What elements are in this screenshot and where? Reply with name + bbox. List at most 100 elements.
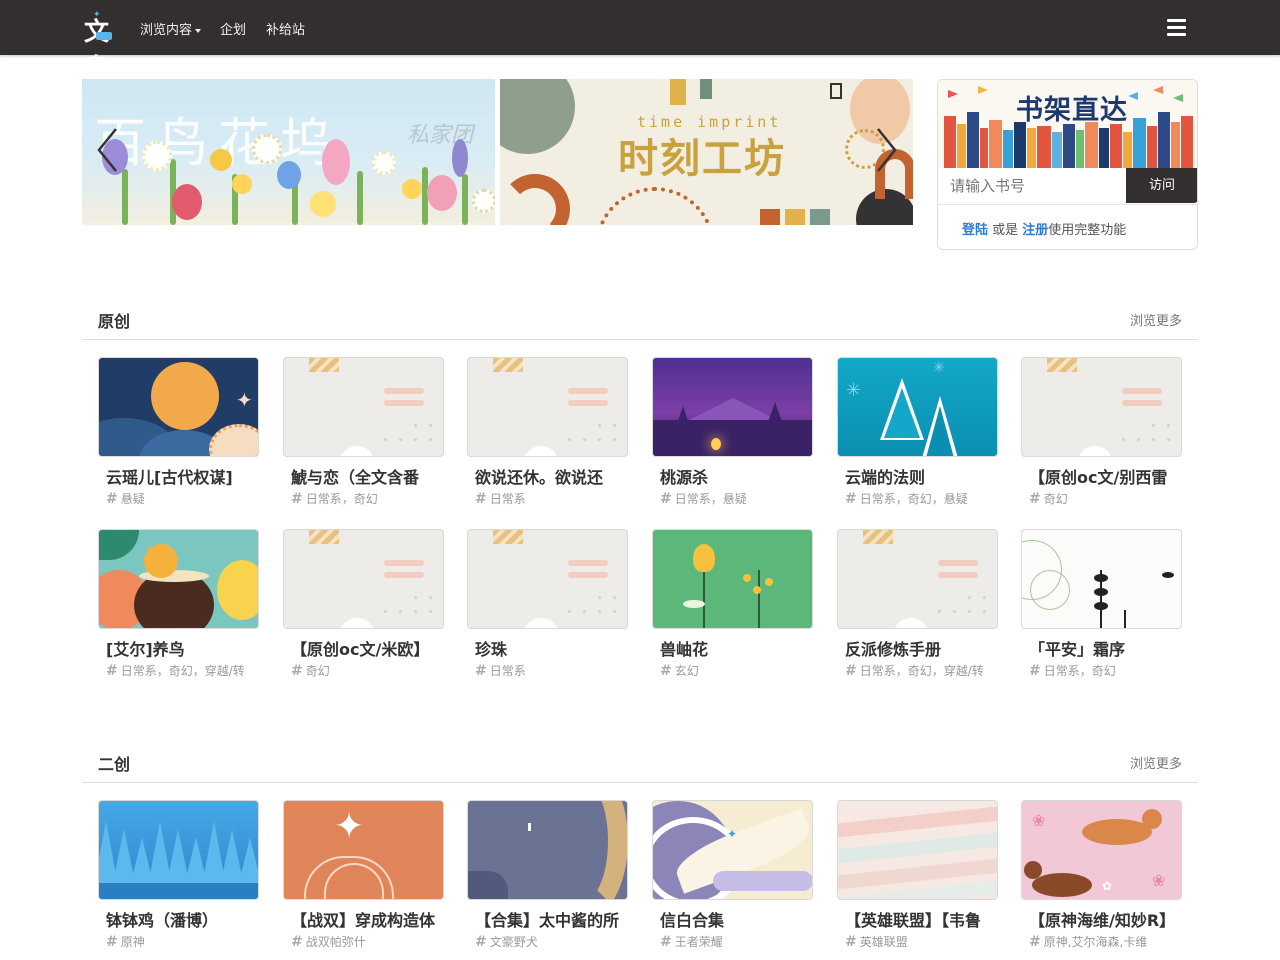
hash-icon: # [1029, 934, 1041, 950]
book-card[interactable]: 欲说还休。欲说还 # 日常系 [467, 357, 628, 517]
book-tags: # 悬疑 [106, 490, 259, 507]
book-title[interactable]: 欲说还休。欲说还 [475, 464, 628, 488]
book-card[interactable]: 桃源杀 # 日常系，悬疑 [652, 357, 813, 517]
book-card[interactable]: [艾尔]养鸟 # 日常系，奇幻，穿越/转 [98, 529, 259, 689]
nav-browse-dropdown[interactable]: 浏览内容 [140, 19, 202, 38]
book-card[interactable]: ✦ 【战双】穿成构造体 # 战双帕弥什 [283, 800, 444, 960]
nav-browse-label: 浏览内容 [140, 23, 193, 38]
carousel-slide-workshop[interactable]: time imprint 时刻工坊 [500, 79, 913, 225]
book-title[interactable]: 反派修炼手册 [845, 636, 998, 660]
hash-icon: # [291, 663, 303, 679]
hash-icon: # [1029, 491, 1041, 507]
hash-icon: # [106, 934, 118, 950]
visit-button[interactable]: 访问 [1126, 168, 1197, 203]
book-title[interactable]: [艾尔]养鸟 [106, 636, 259, 660]
tag-text: 日常系，奇幻，悬疑 [859, 492, 968, 506]
book-tags: # 原神 [106, 933, 259, 950]
book-card[interactable]: 珍珠 # 日常系 [467, 529, 628, 689]
book-title[interactable]: 珍珠 [475, 636, 628, 660]
book-tags: # 日常系 [475, 490, 628, 507]
book-cover-image[interactable]: ✦ [283, 800, 444, 900]
book-cover-image[interactable] [98, 529, 259, 629]
book-id-input[interactable] [938, 168, 1126, 203]
book-title[interactable]: 【战双】穿成构造体 [291, 907, 444, 931]
book-title[interactable]: 【原创oc文/米欧】 [291, 636, 444, 660]
nav-link-supply[interactable]: 补给站 [266, 19, 305, 38]
book-title[interactable]: 【原创oc文/别西雷 [1029, 464, 1182, 488]
tag-text: 王者荣耀 [674, 935, 723, 949]
hash-icon: # [475, 663, 487, 679]
book-card[interactable]: 鯱与恋（全文含番 # 日常系，奇幻 [283, 357, 444, 517]
section-title: 原创 [98, 312, 131, 331]
book-cover-image[interactable] [467, 800, 628, 900]
carousel-next-button[interactable] [874, 127, 898, 173]
tag-text: 日常系 [489, 492, 526, 506]
register-link[interactable]: 注册 [1022, 223, 1048, 238]
book-card[interactable]: ✦ 信白合集 # 王者荣耀 [652, 800, 813, 960]
login-link[interactable]: 登陆 [962, 223, 988, 238]
book-tags: # 奇幻 [291, 662, 444, 679]
login-prompt: 登陆 或是 注册使用完整功能 [962, 219, 1126, 238]
book-cover-image[interactable]: ✦ [98, 357, 259, 457]
book-title[interactable]: 信白合集 [660, 907, 813, 931]
carousel-prev-button[interactable] [96, 127, 120, 173]
book-cover-image[interactable]: ✦ [652, 800, 813, 900]
book-cover-image[interactable] [467, 529, 628, 629]
tag-text: 悬疑 [120, 492, 145, 506]
tag-text: 日常系，奇幻 [305, 492, 378, 506]
book-cover-image[interactable] [652, 529, 813, 629]
browse-more-link[interactable]: 浏览更多 [1130, 310, 1182, 329]
book-cover-image[interactable] [652, 357, 813, 457]
nav-link-project[interactable]: 企划 [220, 19, 246, 38]
logo-text: 文鸟 [84, 17, 109, 82]
tag-text: 原神 [120, 935, 145, 949]
book-cover-image[interactable] [283, 357, 444, 457]
hash-icon: # [106, 491, 118, 507]
book-tags: # 英雄联盟 [845, 933, 998, 950]
book-cover-image[interactable] [98, 800, 259, 900]
book-card[interactable]: ❀ ❀ ✿ 【原神海维/知妙R】 # 原神,艾尔海森,卡维 [1021, 800, 1182, 960]
book-title[interactable]: 云端的法则 [845, 464, 998, 488]
book-title[interactable]: 桃源杀 [660, 464, 813, 488]
book-cover-image[interactable] [283, 529, 444, 629]
book-title[interactable]: 鯱与恋（全文含番 [291, 464, 444, 488]
tag-text: 日常系，奇幻，穿越/转 [120, 664, 245, 678]
book-cover-image[interactable]: ❀ ❀ ✿ [1021, 800, 1182, 900]
hash-icon: # [106, 663, 118, 679]
book-title[interactable]: 兽岫花 [660, 636, 813, 660]
book-card[interactable]: ✦ 云瑶儿[古代权谋] # 悬疑 [98, 357, 259, 517]
menu-toggle-button[interactable] [1167, 19, 1186, 36]
book-title[interactable]: 云瑶儿[古代权谋] [106, 464, 259, 488]
tag-text: 英雄联盟 [859, 935, 908, 949]
book-cover-image[interactable] [1021, 357, 1182, 457]
book-cover-image[interactable]: ✳ ✳ [837, 357, 998, 457]
site-logo[interactable]: ✦ 文鸟 [82, 10, 122, 82]
book-card[interactable]: 【合集】太中酱的所 # 文豪野犬 [467, 800, 628, 960]
hash-icon: # [660, 663, 672, 679]
book-title[interactable]: 【英雄联盟】【韦鲁 [845, 907, 998, 931]
book-cover-image[interactable] [467, 357, 628, 457]
book-card[interactable]: ✳ ✳ 云端的法则 # 日常系，奇幻，悬疑 [837, 357, 998, 517]
book-card[interactable]: 兽岫花 # 玄幻 [652, 529, 813, 689]
book-card[interactable]: 【英雄联盟】【韦鲁 # 英雄联盟 [837, 800, 998, 960]
book-card[interactable]: 反派修炼手册 # 日常系，奇幻，穿越/转 [837, 529, 998, 689]
book-title[interactable]: 【合集】太中酱的所 [475, 907, 628, 931]
book-tags: # 日常系，奇幻 [291, 490, 444, 507]
book-cover-image[interactable] [1021, 529, 1182, 629]
book-card[interactable]: 「平安」霜序 # 日常系，奇幻 [1021, 529, 1182, 689]
section-title: 二创 [98, 755, 131, 774]
carousel-slide-flowers[interactable]: 百鸟花坞 私家团 [82, 79, 495, 225]
hash-icon: # [475, 934, 487, 950]
book-card[interactable]: 钵钵鸡（潘博） # 原神 [98, 800, 259, 960]
book-title[interactable]: 【原神海维/知妙R】 [1029, 907, 1182, 931]
book-title[interactable]: 钵钵鸡（潘博） [106, 907, 259, 931]
book-card[interactable]: 【原创oc文/别西雷 # 奇幻 [1021, 357, 1182, 517]
book-tags: # 日常系，悬疑 [660, 490, 813, 507]
book-card[interactable]: 【原创oc文/米欧】 # 奇幻 [283, 529, 444, 689]
book-title[interactable]: 「平安」霜序 [1029, 636, 1182, 660]
book-cover-image[interactable] [837, 529, 998, 629]
shelf-direct-panel: 书架直达 访问 登陆 或是 注册使用完整功能 [937, 79, 1198, 250]
hash-icon: # [291, 491, 303, 507]
browse-more-link[interactable]: 浏览更多 [1130, 753, 1182, 772]
book-cover-image[interactable] [837, 800, 998, 900]
